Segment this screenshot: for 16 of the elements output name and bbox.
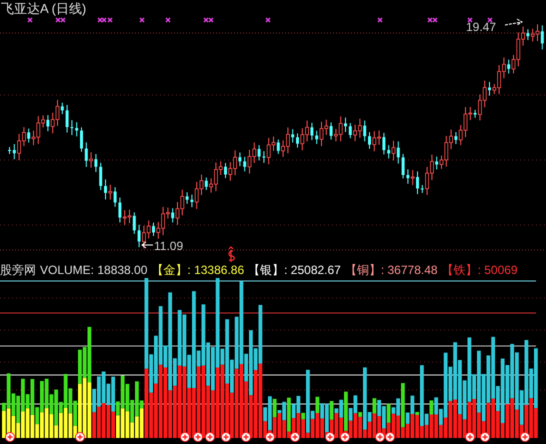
legend-value: : 50069: [478, 263, 518, 277]
legend-name: 股旁网: [0, 263, 36, 277]
price-label: 19.47: [466, 20, 496, 34]
legend-label: 【银】: [248, 263, 284, 277]
price-label: 11.09: [154, 239, 184, 253]
chart-title: 飞亚达A (日线): [1, 1, 86, 17]
signal-icon: [228, 246, 235, 262]
legend-label: 【铜】: [344, 263, 381, 277]
arrow-icon: [504, 18, 523, 26]
legend-value: : 36778.48: [380, 263, 438, 277]
legend-label: 【金】: [151, 263, 188, 277]
arrow-icon: [141, 242, 154, 248]
indicator-value: VOLUME: 18838.00: [40, 263, 148, 277]
legend-value: : 25082.67: [284, 263, 341, 277]
legend-label: 【铁】: [442, 263, 478, 277]
legend-value: : 13386.86: [187, 263, 244, 277]
